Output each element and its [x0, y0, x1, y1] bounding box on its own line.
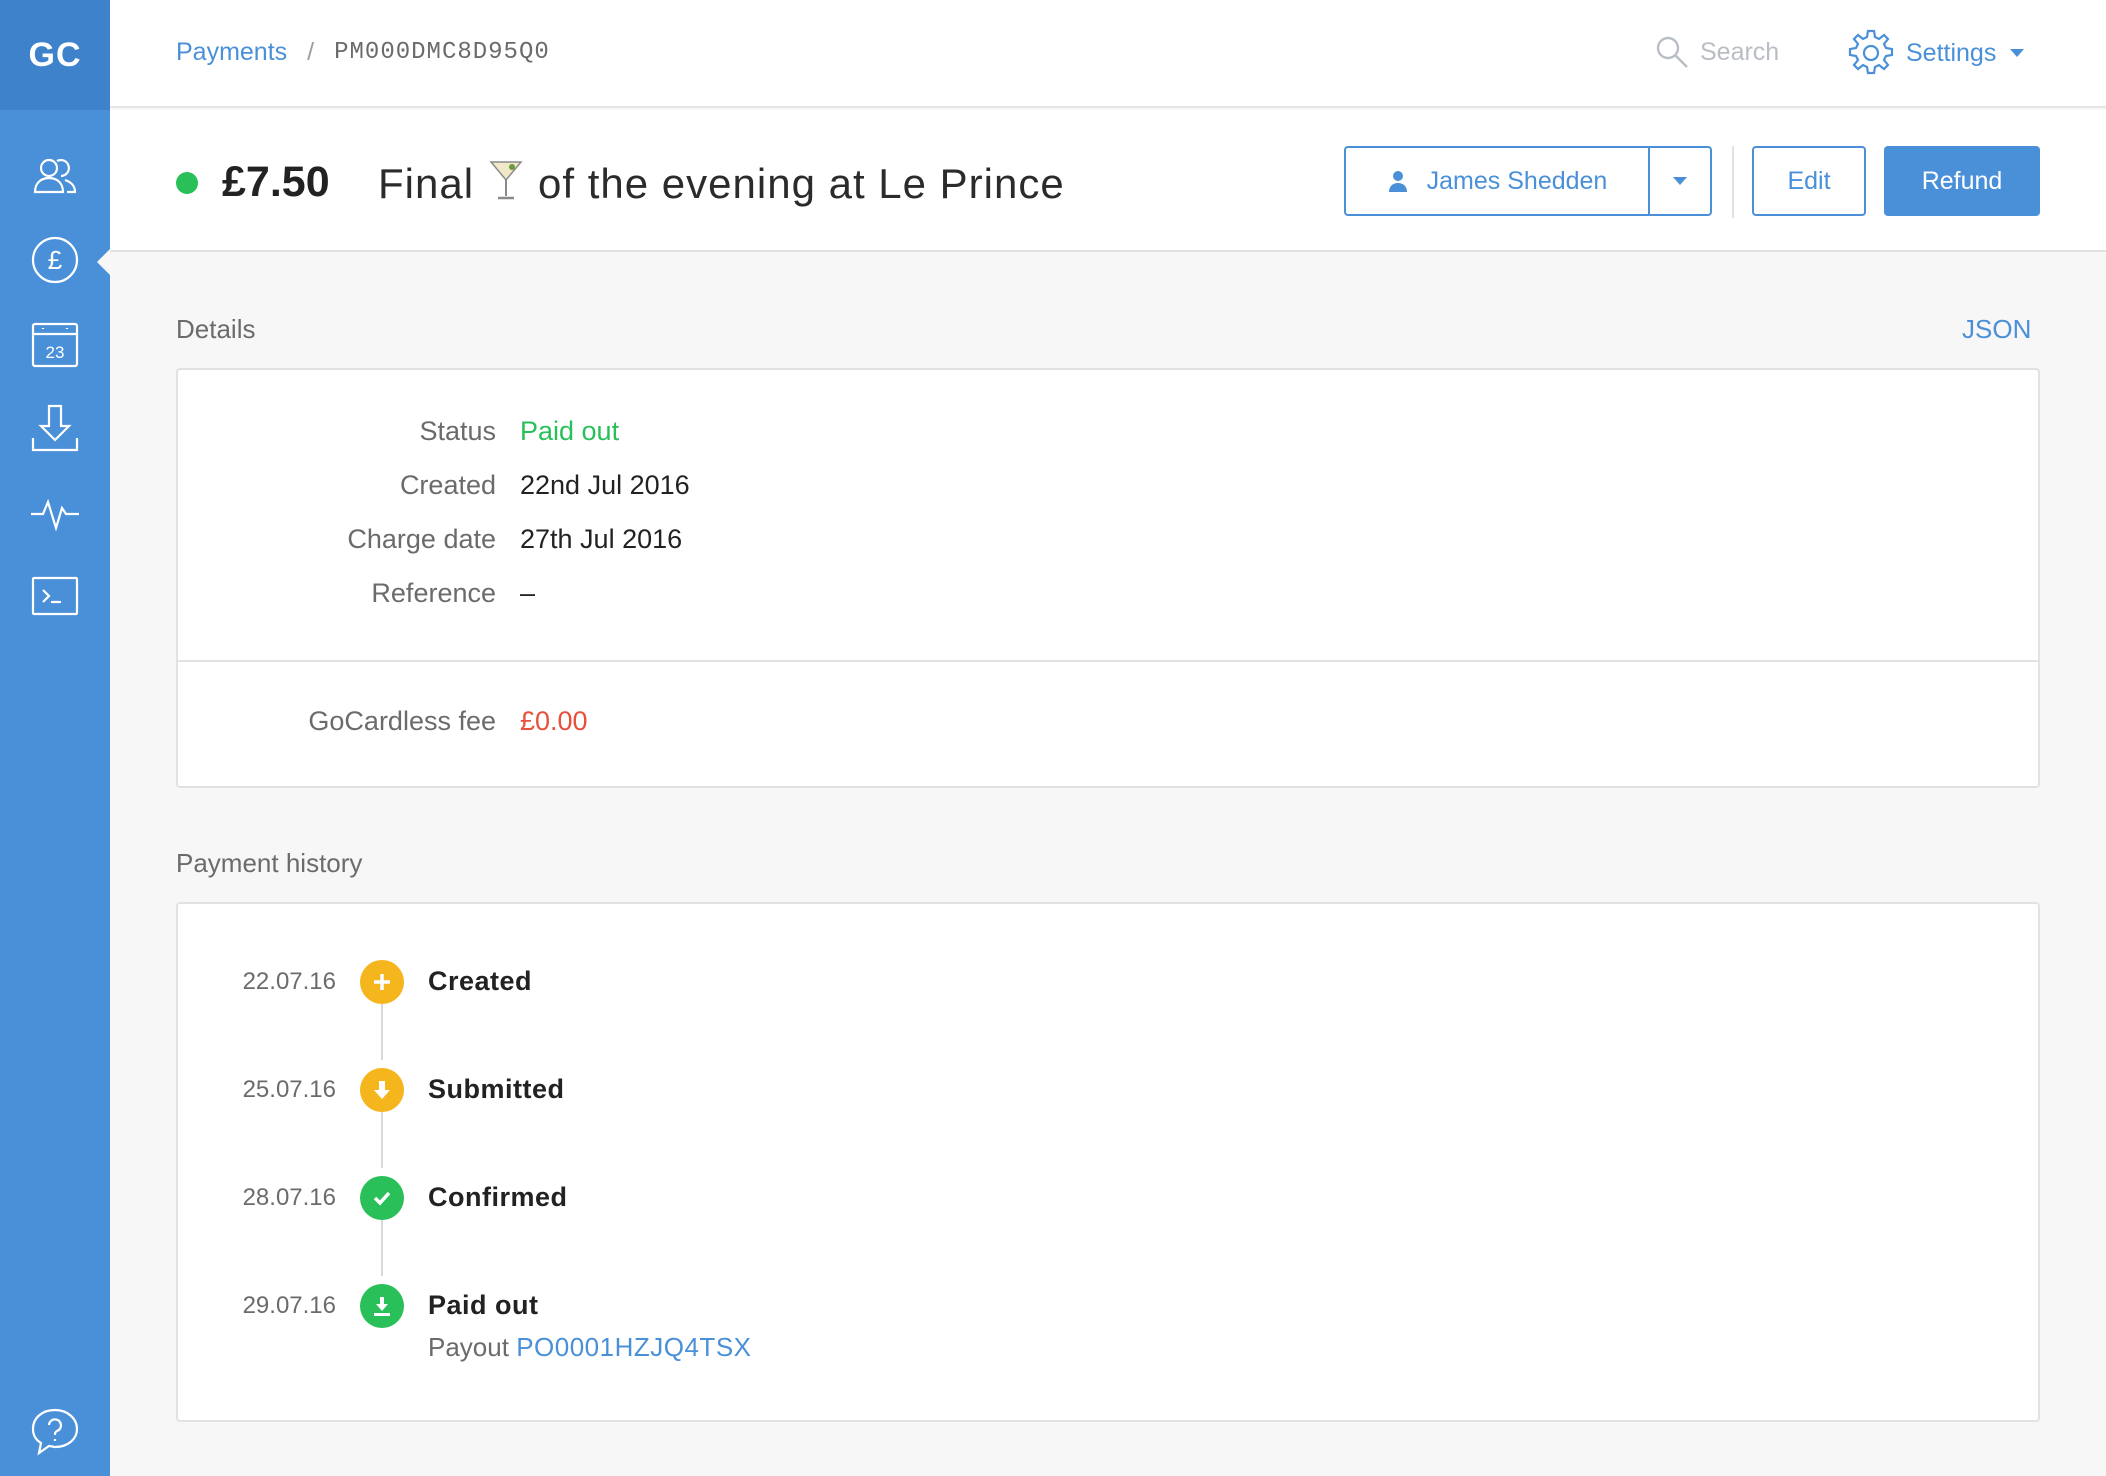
detail-value: 27th Jul 2016 — [520, 524, 683, 554]
download-icon — [360, 1284, 404, 1328]
details-card: Status Paid out Created 22nd Jul 2016 Ch… — [176, 368, 2040, 788]
customer-button[interactable]: James Shedden — [1346, 148, 1650, 214]
event-label: Submitted — [428, 1074, 565, 1104]
status-indicator — [176, 172, 198, 194]
arrow-down-icon — [360, 1068, 404, 1112]
customers-icon — [33, 158, 77, 194]
detail-label: Charge date — [347, 524, 496, 554]
activity-icon — [31, 498, 79, 532]
breadcrumb-separator: / — [307, 38, 315, 66]
cocktail-icon — [489, 161, 523, 200]
plus-icon — [360, 960, 404, 1004]
event-label: Confirmed — [428, 1182, 568, 1212]
edit-button[interactable]: Edit — [1752, 146, 1866, 216]
customer-name: James Shedden — [1426, 166, 1608, 195]
nav-developers[interactable] — [0, 554, 110, 638]
timeline-connector — [381, 1002, 383, 1060]
history-card: 22.07.16 Created 25.07.16 Submitted 28.0… — [176, 902, 2040, 1422]
header-divider — [1732, 146, 1734, 218]
payout-link[interactable]: PO0001HZJQ4TSX — [516, 1332, 751, 1362]
detail-row-created: Created 22nd Jul 2016 — [178, 470, 2038, 510]
help-icon — [31, 1408, 79, 1456]
payout-reference: Payout PO0001HZJQ4TSX — [428, 1332, 752, 1363]
user-icon — [1388, 171, 1407, 192]
nav-customers[interactable] — [0, 134, 110, 218]
event-label: Paid out — [428, 1290, 539, 1320]
description-after: of the evening at Le Prince — [538, 160, 1065, 207]
top-bar: Payments / PM000DMC8D95Q0 Search Setting… — [110, 0, 2106, 108]
detail-value: – — [520, 578, 536, 608]
terminal-icon — [31, 576, 79, 616]
timeline-connector — [381, 1110, 383, 1168]
search-icon — [1656, 36, 1688, 68]
nav-help[interactable] — [0, 1390, 110, 1474]
svg-text:23: 23 — [46, 343, 65, 362]
event-date: 22.07.16 — [242, 968, 336, 995]
detail-value: 22nd Jul 2016 — [520, 470, 690, 500]
payment-header: £7.50 Final of the evening at Le Prince … — [110, 110, 2106, 252]
settings-label: Settings — [1906, 38, 1997, 67]
nav-payments[interactable]: £ — [0, 218, 110, 302]
detail-label: Reference — [371, 578, 496, 608]
sidebar: GC £ 23 — [0, 0, 111, 1476]
description-before: Final — [378, 160, 475, 207]
calendar-icon: 23 — [31, 322, 79, 368]
download-icon — [31, 404, 79, 452]
payout-prefix: Payout — [428, 1332, 509, 1362]
detail-row-charge-date: Charge date 27th Jul 2016 — [178, 524, 2038, 564]
breadcrumb-current: PM000DMC8D95Q0 — [334, 39, 550, 66]
payment-amount: £7.50 — [222, 158, 330, 206]
event-date: 28.07.16 — [242, 1184, 336, 1211]
detail-row-reference: Reference – — [178, 578, 2038, 618]
payment-description: Final of the evening at Le Prince — [378, 158, 1065, 208]
chevron-down-icon — [2010, 49, 2025, 57]
detail-value: Paid out — [520, 416, 620, 446]
logo[interactable]: GC — [0, 0, 110, 110]
detail-row-fee: GoCardless fee £0.00 — [178, 706, 2038, 746]
pound-icon: £ — [31, 236, 79, 284]
event-label: Created — [428, 966, 533, 996]
timeline-connector — [381, 1218, 383, 1276]
nav-events[interactable] — [0, 470, 110, 554]
search[interactable]: Search — [1654, 34, 1779, 70]
breadcrumb: Payments / PM000DMC8D95Q0 — [176, 38, 550, 67]
event-date: 25.07.16 — [242, 1076, 336, 1103]
history-title: Payment history — [176, 848, 363, 878]
active-nav-indicator — [97, 248, 111, 276]
event-date: 29.07.16 — [242, 1292, 336, 1319]
breadcrumb-payments-link[interactable]: Payments — [176, 38, 287, 67]
customer-button-group: James Shedden — [1344, 146, 1712, 216]
chevron-down-icon — [1673, 177, 1687, 185]
customer-dropdown-button[interactable] — [1650, 148, 1710, 214]
detail-label: Status — [419, 416, 496, 446]
settings-menu[interactable]: Settings — [1846, 28, 2025, 78]
detail-label: GoCardless fee — [308, 706, 496, 736]
nav-exports[interactable] — [0, 386, 110, 470]
json-link[interactable]: JSON — [1962, 314, 2031, 345]
refund-button[interactable]: Refund — [1884, 146, 2040, 216]
svg-text:£: £ — [48, 245, 63, 275]
details-divider — [178, 660, 2038, 662]
nav-calendar[interactable]: 23 — [0, 302, 110, 386]
gear-icon — [1848, 29, 1894, 75]
detail-label: Created — [399, 470, 496, 500]
check-icon — [360, 1176, 404, 1220]
search-placeholder[interactable]: Search — [1700, 38, 1779, 67]
fee-value: £0.00 — [520, 706, 588, 736]
details-title: Details — [176, 314, 256, 344]
detail-row-status: Status Paid out — [178, 416, 2038, 456]
